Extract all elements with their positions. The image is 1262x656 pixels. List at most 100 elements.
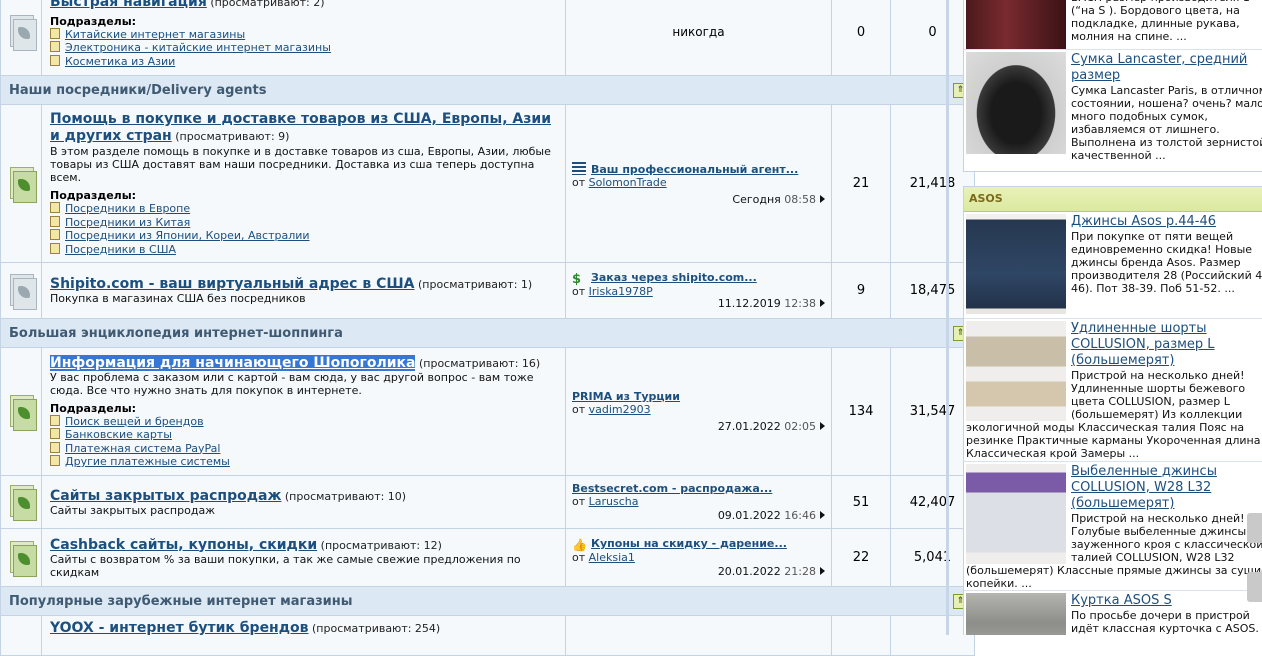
last-post-time: 21:28: [784, 565, 816, 578]
product-image[interactable]: [966, 593, 1066, 635]
item-title-link[interactable]: Сумка Lancaster, средний размер: [1071, 52, 1247, 83]
forum-description: Сайты закрытых распродаж: [50, 503, 216, 517]
subforum-link[interactable]: Посредники из Японии, Кореи, Австралии: [65, 229, 310, 242]
item-title-link[interactable]: Куртка ASOS S: [1071, 593, 1172, 608]
forum-title-link[interactable]: Сайты закрытых распродаж: [50, 488, 281, 504]
forum-read-icon: [8, 15, 37, 51]
forum-title-link[interactable]: Информация для начинающего Шопоголика: [50, 354, 416, 371]
go-to-last-post-icon[interactable]: [816, 192, 828, 205]
forum-title-link[interactable]: Помощь в покупке и доставке товаров из С…: [50, 111, 551, 144]
scroll-up-button[interactable]: [1247, 513, 1262, 543]
go-to-last-post-icon[interactable]: [816, 509, 828, 521]
subforum-link[interactable]: Банковские карты: [65, 428, 172, 441]
subforum-icon: [50, 428, 60, 439]
by-label: от: [572, 551, 586, 564]
product-image[interactable]: [966, 0, 1066, 49]
last-post-date: 11.12.2019: [717, 297, 781, 310]
subforum-link[interactable]: Посредники из Китая: [65, 216, 190, 229]
forum-new-posts-icon: [8, 394, 37, 431]
dollar-icon: $: [572, 272, 582, 287]
last-post-link[interactable]: Заказ через shipito.com...: [591, 271, 757, 284]
subforum-icon: [50, 441, 60, 453]
viewers-count: (просматривают: 254): [312, 622, 441, 635]
sidebar-box-header: ASOS: [964, 187, 1262, 212]
sidebar-box-asos: ASOS Джинсы Asos р.44-46 При покупке от …: [963, 186, 1262, 635]
subforums-heading: Подразделы:: [50, 14, 137, 28]
last-post-author[interactable]: SolomonTrade: [589, 176, 667, 189]
subforum-link[interactable]: Посредники в США: [65, 243, 176, 256]
subforum-icon: [50, 242, 60, 254]
sidebar-item[interactable]: ВАСП размер производителя 1 (“на S ). Бо…: [964, 0, 1262, 49]
last-post-time: 08:58: [784, 192, 816, 206]
sidebar-item[interactable]: Выбеленные джинсы COLLUSION, W28 L32 (бо…: [964, 461, 1262, 590]
sidebar-item[interactable]: Джинсы Asos р.44-46 При покупке от пяти …: [964, 212, 1262, 318]
last-post-time: 16:46: [784, 509, 816, 522]
posts-count: 0: [890, 0, 975, 76]
last-post-date: Сегодня: [732, 192, 781, 206]
go-to-last-post-icon[interactable]: [816, 297, 828, 309]
viewers-count: (просматривают: 9): [175, 130, 290, 143]
forum-title-link[interactable]: YOOX - интернет бутик брендов: [50, 620, 309, 636]
last-post-author[interactable]: Laruscha: [589, 495, 639, 508]
sidebar-box-top: ВАСП размер производителя 1 (“на S ). Бо…: [963, 0, 1262, 172]
subforum-link[interactable]: Электроника - китайские интернет магазин…: [65, 41, 331, 54]
forum-description: Покупка в магазинах США без посредников: [50, 292, 306, 305]
product-image[interactable]: [966, 214, 1066, 314]
viewers-count: (просматривают: 2): [210, 0, 325, 9]
go-to-last-post-icon[interactable]: [816, 420, 828, 432]
last-post-link[interactable]: Ваш профессиональный агент...: [591, 163, 798, 176]
subforum-link[interactable]: Другие платежные системы: [65, 455, 230, 468]
forum-read-icon: [8, 273, 37, 310]
last-post-author[interactable]: Aleksia1: [589, 551, 635, 564]
last-post-author[interactable]: Iriska1978P: [589, 285, 653, 298]
viewers-count: (просматривают: 1): [418, 278, 533, 291]
forum-title-link[interactable]: Shipito.com - ваш виртуальный адрес в СШ…: [50, 276, 415, 292]
sidebar-item[interactable]: Удлиненные шорты COLLUSION, размер L (бо…: [964, 318, 1262, 461]
go-to-last-post-icon[interactable]: [816, 565, 828, 577]
forum-row: Cashback сайты, купоны, скидки (просматр…: [0, 528, 975, 587]
last-post-link[interactable]: Bestsecret.com - распродажа...: [572, 482, 772, 495]
column-divider: [946, 0, 949, 635]
by-label: от: [572, 403, 586, 416]
last-post-time: 02:05: [784, 420, 816, 433]
product-image[interactable]: [966, 321, 1066, 421]
sidebar-item[interactable]: Куртка ASOS S По просьбе дочери в пристр…: [964, 590, 1262, 635]
forum-main-cell: Быстрая навигация (просматривают: 2) Под…: [41, 0, 566, 76]
category-header: Наши посредники/Delivery agents ⇑: [0, 75, 975, 105]
product-image[interactable]: [966, 464, 1066, 564]
last-post-date: 20.01.2022: [717, 565, 781, 578]
forum-table: Быстрая навигация (просматривают: 2) Под…: [0, 0, 975, 656]
subforum-icon: [50, 414, 60, 426]
topics-count: 134: [831, 347, 891, 476]
last-post-link[interactable]: PRIMA из Турции: [572, 390, 680, 403]
sidebar: ВАСП размер производителя 1 (“на S ). Бо…: [963, 0, 1262, 635]
forum-title-link[interactable]: Cashback сайты, купоны, скидки: [50, 537, 317, 553]
posts-count: 18,475: [890, 262, 975, 319]
subforum-link[interactable]: Китайские интернет магазины: [65, 28, 245, 41]
topics-count: 21: [831, 104, 891, 263]
posts-count: 42,407: [890, 475, 975, 529]
product-image[interactable]: [966, 52, 1066, 154]
viewers-count: (просматривают: 12): [320, 538, 442, 552]
subforum-link[interactable]: Поиск вещей и брендов: [65, 415, 204, 428]
posts-count: 5,041: [890, 528, 975, 587]
forum-row: Сайты закрытых распродаж (просматривают:…: [0, 475, 975, 529]
last-post-author[interactable]: vadim2903: [589, 403, 651, 416]
subforum-icon: [50, 229, 60, 240]
subforum-link[interactable]: Посредники в Европе: [65, 202, 190, 215]
sidebar-item[interactable]: Сумка Lancaster, средний размер Сумка La…: [964, 49, 1262, 168]
scroll-down-button[interactable]: [1247, 572, 1262, 602]
posts-count: 31,547: [890, 347, 975, 476]
category-header: Популярные зарубежные интернет магазины …: [0, 586, 975, 616]
subforum-link[interactable]: Платежная система PayPal: [65, 442, 220, 455]
forum-title-link[interactable]: Быстрая навигация: [50, 0, 207, 10]
forum-row: Быстрая навигация (просматривают: 2) Под…: [0, 0, 975, 76]
item-title-link[interactable]: Удлиненные шорты COLLUSION, размер L (бо…: [1071, 321, 1215, 368]
item-title-link[interactable]: Выбеленные джинсы COLLUSION, W28 L32 (бо…: [1071, 464, 1217, 511]
item-title-link[interactable]: Джинсы Asos р.44-46: [1071, 214, 1216, 229]
viewers-count: (просматривают: 16): [418, 356, 541, 370]
last-post-link[interactable]: Купоны на скидку - дарение...: [591, 537, 787, 550]
subforum-link[interactable]: Косметика из Азии: [65, 55, 175, 68]
subforum-icon: [50, 215, 60, 227]
category-title: Наши посредники/Delivery agents: [9, 82, 267, 98]
